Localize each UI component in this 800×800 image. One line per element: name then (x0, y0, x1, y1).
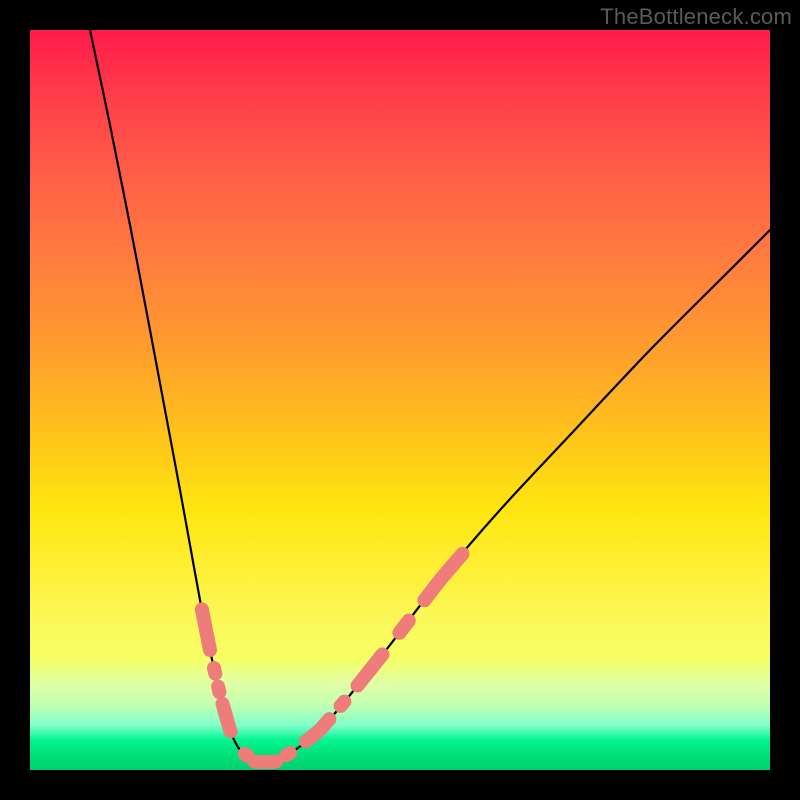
bead-dot-valley-left (245, 754, 248, 756)
bead-segment-right-lower (306, 719, 330, 741)
bottleneck-curve (90, 30, 770, 764)
bead-segment-right-upper (424, 554, 462, 601)
bead-segment-left-upper (202, 609, 210, 650)
bead-dot-left-b (218, 687, 219, 693)
bead-dot-right-b (399, 621, 408, 633)
plot-frame (30, 30, 770, 770)
bead-markers (202, 554, 463, 762)
bead-dot-left-a (214, 668, 215, 674)
bead-segment-right-mid (358, 654, 383, 685)
bead-segment-valley (254, 761, 276, 762)
bead-segment-left-lower (223, 704, 231, 732)
bead-dot-right-a (341, 702, 345, 706)
watermark-text: TheBottleneck.com (600, 4, 792, 30)
bead-dot-valley-right (286, 753, 290, 755)
curve-layer (30, 30, 770, 770)
